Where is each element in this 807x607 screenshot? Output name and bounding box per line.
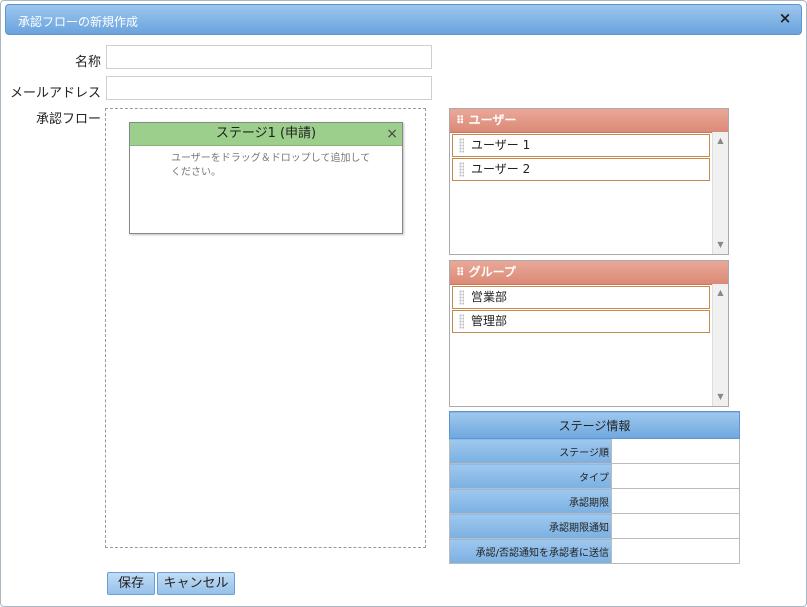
stage-info-value	[611, 463, 740, 489]
scroll-down-icon[interactable]: ▼	[713, 391, 728, 403]
groups-scrollbar[interactable]: ▲ ▼	[712, 284, 728, 406]
stage-hint: ユーザーをドラッグ＆ドロップして追加してください。	[171, 153, 371, 178]
scroll-up-icon[interactable]: ▲	[713, 135, 728, 147]
dialog-title: 承認フローの新規作成	[18, 15, 139, 29]
drag-handle-icon	[459, 314, 464, 329]
stage-info-table: ステージ情報 ステージ順 タイプ 承認期限 承認期限通知 承認/否認通知を承認者…	[449, 411, 740, 564]
email-input[interactable]	[106, 76, 432, 100]
groups-panel-header: ⠿ グループ	[450, 261, 728, 285]
group-item-label: 管理部	[471, 314, 508, 328]
scroll-up-icon[interactable]: ▲	[713, 287, 728, 299]
drag-handle-icon	[459, 290, 464, 305]
group-list-item[interactable]: 管理部	[452, 310, 710, 333]
groups-panel: ⠿ グループ 営業部 管理部 ▲ ▼	[449, 260, 729, 407]
name-label: 名称	[74, 55, 101, 70]
group-list-item[interactable]: 営業部	[452, 286, 710, 309]
drag-handle-icon	[459, 162, 464, 177]
group-item-label: 営業部	[471, 290, 508, 304]
stage-info-row: 承認/否認通知を承認者に送信	[449, 538, 740, 564]
user-item-label: ユーザー 2	[471, 162, 531, 176]
save-button[interactable]: 保存	[107, 572, 155, 595]
user-list-item[interactable]: ユーザー 2	[452, 158, 710, 181]
stage-info-value	[611, 488, 740, 514]
stage-info-key: タイプ	[449, 463, 612, 489]
stage-info-key: 承認/否認通知を承認者に送信	[449, 538, 612, 564]
stage-info-row: 承認期限	[449, 488, 740, 514]
users-panel-header: ⠿ ユーザー	[450, 109, 728, 133]
stage-info-row: ステージ順	[449, 438, 740, 464]
stage-info-row: タイプ	[449, 463, 740, 489]
approval-flow-dropzone[interactable]: ステージ1 (申請) × ユーザーをドラッグ＆ドロップして追加してください。	[105, 108, 426, 548]
stage-info-key: 承認期限通知	[449, 513, 612, 539]
stage-card[interactable]: ステージ1 (申請) × ユーザーをドラッグ＆ドロップして追加してください。	[129, 122, 403, 234]
stage-title: ステージ1 (申請)	[215, 126, 317, 141]
cancel-button[interactable]: キャンセル	[157, 572, 235, 595]
users-scrollbar[interactable]: ▲ ▼	[712, 132, 728, 254]
drag-handle-icon	[459, 138, 464, 153]
approval-flow-label: 承認フロー	[35, 112, 101, 127]
groups-panel-title: グループ	[468, 265, 516, 279]
name-input[interactable]	[106, 45, 432, 69]
drag-grip-icon: ⠿	[456, 266, 465, 279]
users-panel: ⠿ ユーザー ユーザー 1 ユーザー 2 ▲ ▼	[449, 108, 729, 255]
stage-info-value	[611, 538, 740, 564]
stage-info-row: 承認期限通知	[449, 513, 740, 539]
stage-header: ステージ1 (申請) ×	[130, 123, 402, 146]
users-panel-title: ユーザー	[468, 113, 517, 127]
email-label: メールアドレス	[9, 86, 101, 101]
stage-close-icon[interactable]: ×	[386, 123, 398, 145]
stage-info-value	[611, 438, 740, 464]
user-list-item[interactable]: ユーザー 1	[452, 134, 710, 157]
drag-grip-icon: ⠿	[456, 114, 465, 127]
dialog-titlebar[interactable]: 承認フローの新規作成 ×	[5, 4, 802, 35]
close-icon[interactable]: ×	[777, 10, 793, 26]
scroll-down-icon[interactable]: ▼	[713, 239, 728, 251]
user-item-label: ユーザー 1	[471, 138, 531, 152]
stage-info-key: ステージ順	[449, 438, 612, 464]
stage-info-title: ステージ情報	[449, 411, 740, 439]
stage-info-key: 承認期限	[449, 488, 612, 514]
create-approval-flow-dialog: 承認フローの新規作成 × 名称 メールアドレス 承認フロー ステージ1 (申請)…	[0, 0, 807, 607]
stage-info-value	[611, 513, 740, 539]
